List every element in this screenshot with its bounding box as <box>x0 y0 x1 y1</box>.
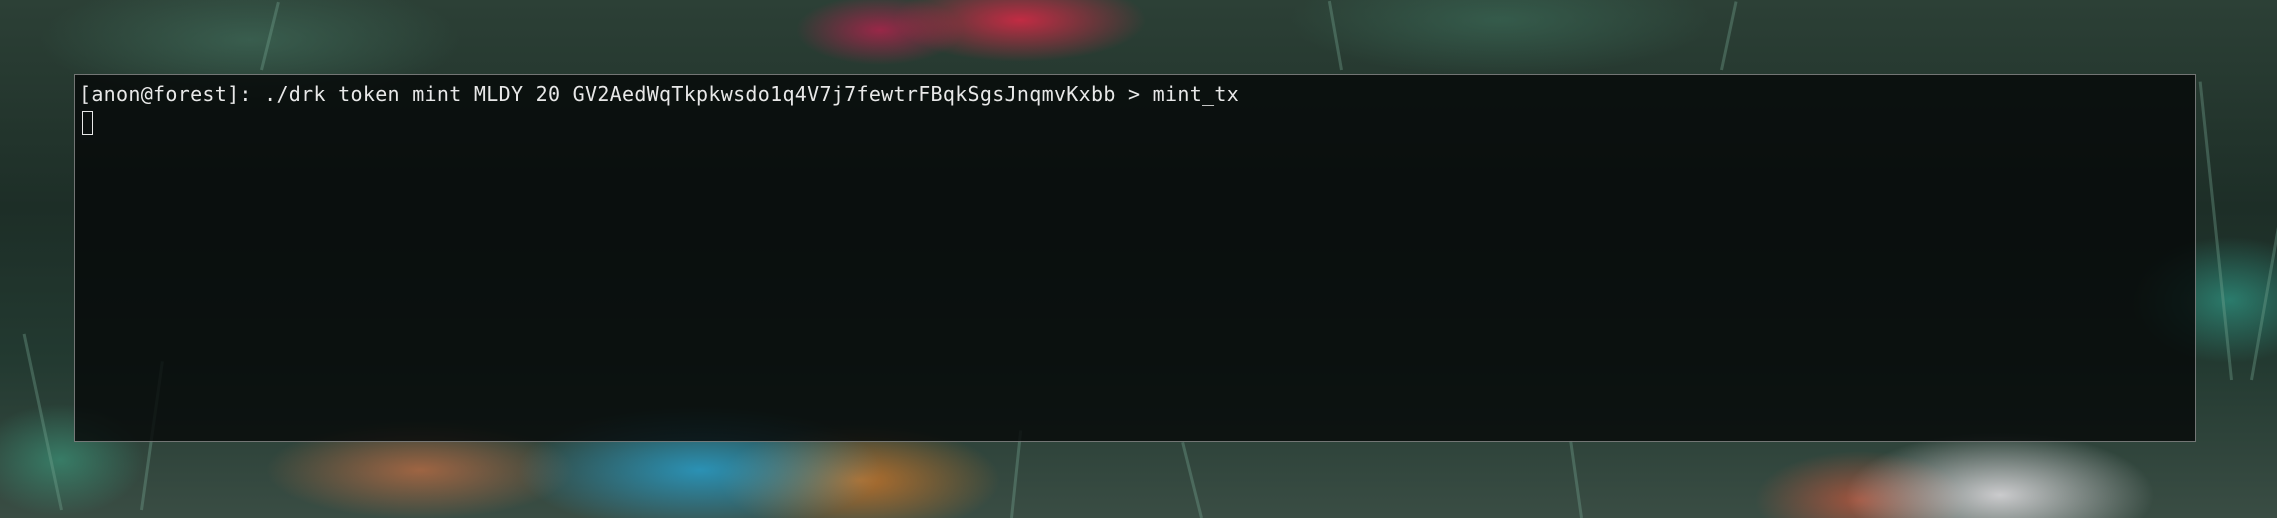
input-line[interactable] <box>79 107 2191 135</box>
command-text: ./drk token mint MLDY 20 GV2AedWqTkpkwsd… <box>264 82 1240 106</box>
shell-prompt: [anon@forest]: <box>79 82 265 106</box>
text-cursor <box>82 110 93 135</box>
terminal-window[interactable]: [anon@forest]: ./drk token mint MLDY 20 … <box>74 74 2196 442</box>
command-line: [anon@forest]: ./drk token mint MLDY 20 … <box>79 81 2191 107</box>
